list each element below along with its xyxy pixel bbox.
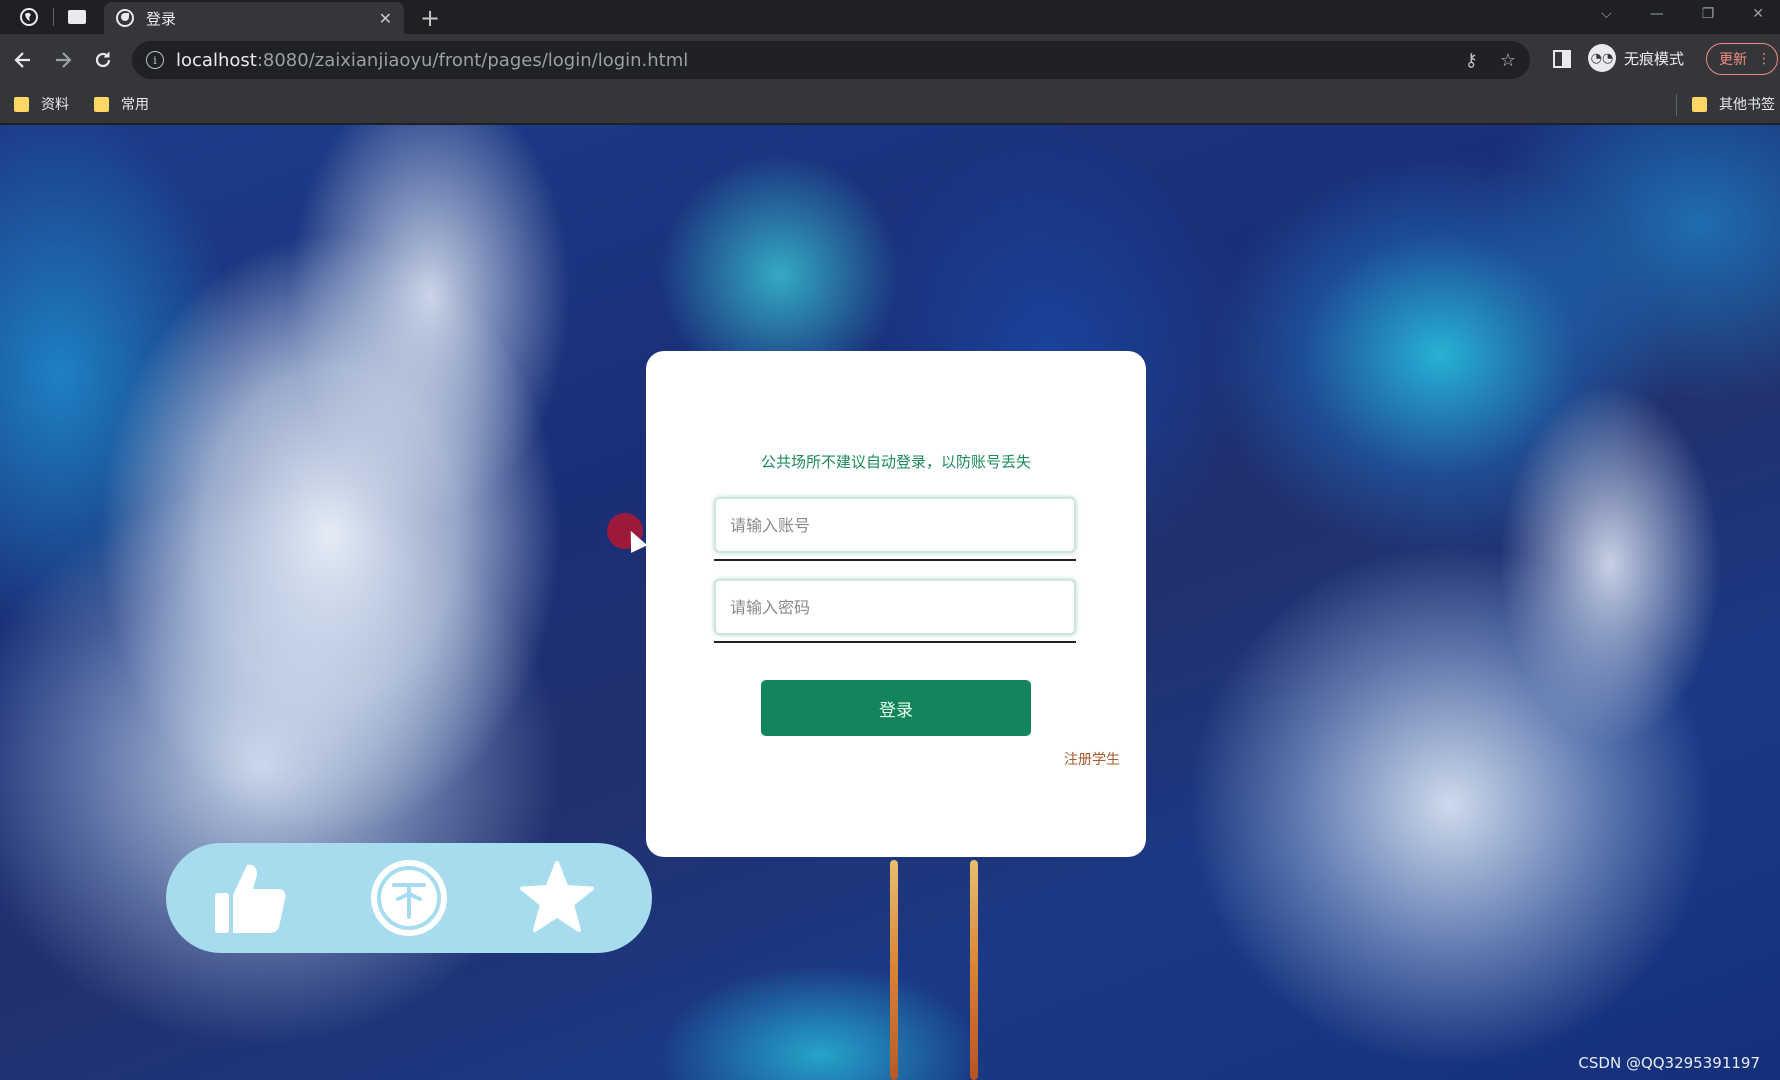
bookmark-label: 资料 (41, 97, 69, 113)
window-controls: ⌵ — ❐ ✕ (1601, 0, 1780, 28)
bookmark-folder-ziliao[interactable]: 资料 (14, 94, 69, 114)
other-bookmarks-label: 其他书签 (1719, 97, 1775, 113)
reload-icon[interactable] (90, 47, 116, 73)
incognito-indicator[interactable]: ◔◔ 无痕模式 (1588, 44, 1684, 72)
folder-icon (94, 96, 109, 112)
bookmark-star-icon[interactable]: ☆ (1500, 50, 1516, 71)
address-bar[interactable]: i localhost:8080/zaixianjiaoyu/front/pag… (132, 41, 1530, 79)
tab-search-chevron-icon[interactable]: ⌵ (1601, 6, 1612, 22)
new-tab-button[interactable]: + (420, 4, 440, 32)
incognito-label: 无痕模式 (1624, 49, 1685, 68)
thumbs-up-icon[interactable] (212, 859, 290, 937)
site-info-icon[interactable]: i (146, 51, 164, 69)
tab-group-icon[interactable] (66, 6, 88, 28)
bookmarks-separator (1676, 94, 1677, 116)
browser-toolbar: i localhost:8080/zaixianjiaoyu/front/pag… (0, 34, 1780, 86)
action-bar (166, 843, 652, 953)
login-page: 公共场所不建议自动登录，以防账号丢失 登录 注册学生 (0, 125, 1780, 1080)
background-flame (890, 860, 898, 1080)
minimize-icon[interactable]: — (1650, 6, 1664, 22)
update-button[interactable]: 更新 ⋮ (1706, 43, 1778, 75)
forward-icon[interactable] (50, 47, 76, 73)
login-button[interactable]: 登录 (761, 680, 1031, 736)
account-underline (714, 559, 1076, 561)
folder-icon (1692, 96, 1707, 112)
bookmark-folder-changyong[interactable]: 常用 (94, 94, 149, 114)
tab-search-globe-icon[interactable] (18, 6, 40, 28)
password-underline (714, 641, 1076, 643)
password-key-icon[interactable]: ⚷ (1465, 50, 1478, 71)
coin-icon[interactable] (370, 859, 448, 937)
globe-icon (116, 9, 134, 27)
browser-tab-strip: 登录 ✕ + ⌵ — ❐ ✕ (0, 0, 1780, 34)
close-tab-icon[interactable]: ✕ (379, 9, 392, 28)
password-input[interactable] (714, 579, 1076, 635)
url-text[interactable]: localhost:8080/zaixianjiaoyu/front/pages… (176, 50, 1443, 71)
more-menu-icon[interactable]: ⋮ (1757, 51, 1771, 67)
update-label: 更新 (1719, 52, 1747, 68)
account-input[interactable] (714, 497, 1076, 553)
register-student-link[interactable]: 注册学生 (1064, 749, 1120, 769)
tab-title: 登录 (146, 9, 177, 28)
folder-icon (14, 96, 29, 112)
watermark: CSDN @QQ3295391197 (1578, 1054, 1760, 1072)
login-card: 公共场所不建议自动登录，以防账号丢失 登录 注册学生 (646, 351, 1146, 857)
bookmark-label: 常用 (121, 97, 149, 113)
restore-icon[interactable]: ❐ (1702, 6, 1715, 22)
back-icon[interactable] (10, 47, 36, 73)
other-bookmarks[interactable]: 其他书签 (1692, 94, 1775, 114)
bookmarks-bar: 资料 常用 其他书签 (0, 86, 1780, 124)
active-tab[interactable]: 登录 ✕ (104, 2, 404, 34)
incognito-icon: ◔◔ (1588, 44, 1616, 72)
star-icon[interactable] (518, 859, 596, 937)
side-panel-icon[interactable] (1553, 50, 1571, 68)
background-flame (970, 860, 978, 1080)
login-tip: 公共场所不建议自动登录，以防账号丢失 (760, 453, 1031, 471)
tab-separator (53, 8, 54, 26)
close-window-icon[interactable]: ✕ (1752, 6, 1764, 22)
